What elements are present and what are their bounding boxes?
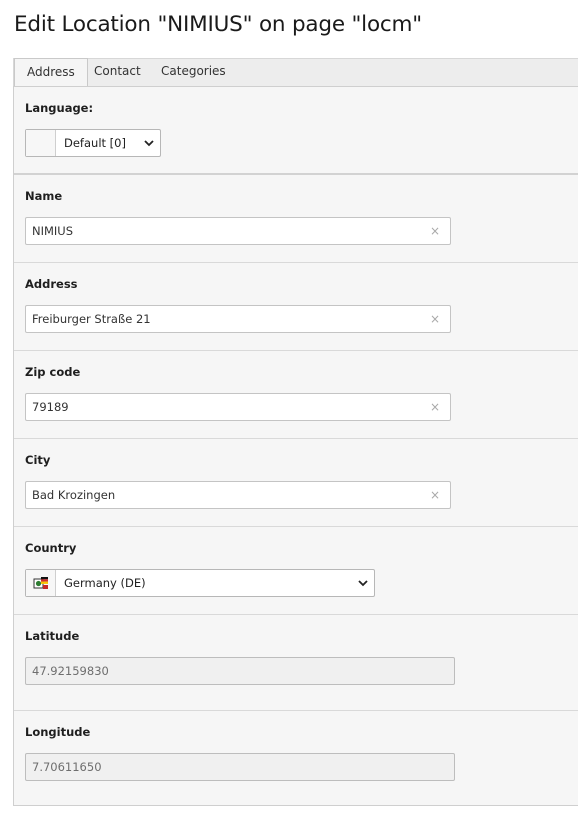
country-select[interactable]: Germany (DE): [25, 569, 375, 597]
name-label: Name: [25, 189, 63, 203]
tab-bar: Address Contact Categories: [13, 58, 578, 88]
longitude-input[interactable]: 7.70611650: [25, 753, 455, 781]
latitude-section: Latitude 47.92159830: [14, 615, 578, 711]
tab-address[interactable]: Address: [14, 58, 88, 88]
clear-icon[interactable]: ×: [430, 482, 440, 508]
language-value: Default [0]: [64, 136, 126, 150]
form-panel: Language: Default [0] Name NIMIUS × Addr…: [13, 86, 578, 806]
name-section: Name NIMIUS ×: [14, 175, 578, 263]
address-value: Freiburger Straße 21: [32, 312, 151, 326]
city-input[interactable]: Bad Krozingen ×: [25, 481, 451, 509]
language-label: Language:: [25, 101, 94, 115]
language-flag-icon: [26, 130, 56, 156]
zip-label: Zip code: [25, 365, 81, 379]
language-select[interactable]: Default [0]: [25, 129, 161, 157]
latitude-label: Latitude: [25, 629, 80, 643]
zip-input[interactable]: 79189 ×: [25, 393, 451, 421]
address-section: Address Freiburger Straße 21 ×: [14, 263, 578, 351]
chevron-down-icon: [138, 130, 160, 156]
tab-categories[interactable]: Categories: [149, 58, 238, 87]
zip-value: 79189: [32, 400, 69, 414]
longitude-value: 7.70611650: [32, 760, 102, 774]
address-label: Address: [25, 277, 78, 291]
name-value: NIMIUS: [32, 224, 74, 238]
city-label: City: [25, 453, 51, 467]
city-value: Bad Krozingen: [32, 488, 116, 502]
tab-contact[interactable]: Contact: [82, 58, 153, 87]
latitude-input[interactable]: 47.92159830: [25, 657, 455, 685]
country-flag-icon: [26, 570, 56, 596]
page-title: Edit Location "NIMIUS" on page "locm": [14, 12, 422, 37]
city-section: City Bad Krozingen ×: [14, 439, 578, 527]
address-input[interactable]: Freiburger Straße 21 ×: [25, 305, 451, 333]
country-label: Country: [25, 541, 77, 555]
country-section: Country Germany (DE): [14, 527, 578, 615]
language-section: Language: Default [0]: [14, 87, 578, 175]
clear-icon[interactable]: ×: [430, 394, 440, 420]
chevron-down-icon: [352, 570, 374, 596]
longitude-section: Longitude 7.70611650: [14, 711, 578, 806]
longitude-label: Longitude: [25, 725, 91, 739]
clear-icon[interactable]: ×: [430, 218, 440, 244]
country-value: Germany (DE): [64, 576, 146, 590]
clear-icon[interactable]: ×: [430, 306, 440, 332]
latitude-value: 47.92159830: [32, 664, 109, 678]
name-input[interactable]: NIMIUS ×: [25, 217, 451, 245]
zip-section: Zip code 79189 ×: [14, 351, 578, 439]
